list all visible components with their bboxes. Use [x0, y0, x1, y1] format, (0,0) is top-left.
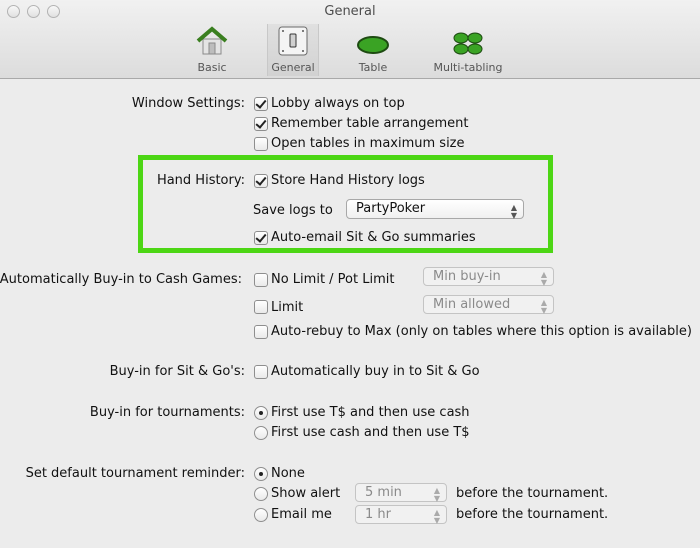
- tab-basic[interactable]: Basic: [188, 24, 236, 76]
- switch-icon: [278, 26, 308, 56]
- no-limit-label[interactable]: No Limit / Pot Limit: [271, 272, 394, 287]
- tab-table-label: Table: [358, 61, 388, 74]
- tab-table[interactable]: Table: [350, 24, 396, 76]
- save-logs-label: Save logs to: [253, 203, 333, 218]
- min-allowed-popup[interactable]: Min allowed ▲ ▼: [423, 295, 554, 315]
- limit-label[interactable]: Limit: [271, 300, 303, 315]
- cash-first-radio[interactable]: [254, 426, 268, 440]
- reminder-label: Set default tournament reminder:: [25, 466, 245, 481]
- window-settings-label: Window Settings:: [131, 96, 245, 111]
- lobby-on-top-label[interactable]: Lobby always on top: [271, 96, 405, 111]
- min-buyin-popup[interactable]: Min buy-in ▲ ▼: [423, 267, 554, 287]
- reminder-none-radio[interactable]: [254, 467, 268, 481]
- lobby-on-top-checkbox[interactable]: [254, 97, 268, 111]
- updown-arrows-icon: ▲ ▼: [540, 298, 547, 315]
- tab-basic-label: Basic: [197, 61, 227, 74]
- auto-email-label[interactable]: Auto-email Sit & Go summaries: [271, 230, 476, 245]
- email-me-radio[interactable]: [254, 508, 268, 522]
- show-alert-radio[interactable]: [254, 487, 268, 501]
- show-alert-label[interactable]: Show alert: [271, 486, 340, 501]
- remember-arrangement-checkbox[interactable]: [254, 117, 268, 131]
- email-time-value: 1 hr: [365, 507, 391, 522]
- tab-multi-tabling-label: Multi-tabling: [433, 61, 503, 74]
- email-time-popup[interactable]: 1 hr ▲ ▼: [355, 505, 447, 525]
- email-me-label[interactable]: Email me: [271, 507, 332, 522]
- window-title: General: [324, 4, 376, 19]
- cash-games-label: Automatically Buy-in to Cash Games:: [0, 272, 242, 287]
- no-limit-checkbox[interactable]: [254, 273, 268, 287]
- tournaments-label: Buy-in for tournaments:: [89, 405, 245, 420]
- auto-email-checkbox[interactable]: [254, 231, 268, 245]
- reminder-none-label[interactable]: None: [271, 466, 305, 481]
- max-size-label[interactable]: Open tables in maximum size: [271, 136, 465, 151]
- alert-time-popup[interactable]: 5 min ▲ ▼: [355, 483, 447, 503]
- updown-arrows-icon: ▲ ▼: [433, 486, 440, 503]
- sit-go-checkbox[interactable]: [254, 365, 268, 379]
- auto-rebuy-checkbox[interactable]: [254, 325, 268, 339]
- auto-rebuy-label[interactable]: Auto-rebuy to Max (only on tables where …: [271, 324, 692, 339]
- tab-general[interactable]: General: [267, 24, 319, 76]
- tab-multi-tabling[interactable]: Multi-tabling: [430, 24, 506, 76]
- tdollar-first-radio[interactable]: [254, 406, 268, 420]
- house-icon: [196, 26, 228, 55]
- alert-suffix: before the tournament.: [456, 486, 609, 501]
- poker-table-icon: [357, 36, 389, 54]
- updown-arrows-icon: ▲ ▼: [510, 203, 517, 220]
- alert-time-value: 5 min: [365, 485, 402, 500]
- hand-history-label: Hand History:: [156, 173, 245, 188]
- limit-checkbox[interactable]: [254, 300, 268, 314]
- save-logs-popup[interactable]: PartyPoker ▲ ▼: [346, 199, 524, 220]
- title-bar: General Basic General Table Multi-tablin…: [0, 0, 700, 79]
- tab-general-label: General: [271, 61, 315, 74]
- min-allowed-value: Min allowed: [433, 297, 511, 312]
- updown-arrows-icon: ▲ ▼: [540, 270, 547, 287]
- updown-arrows-icon: ▲ ▼: [433, 508, 440, 525]
- store-logs-label[interactable]: Store Hand History logs: [271, 173, 425, 188]
- save-logs-value: PartyPoker: [356, 201, 426, 216]
- tdollar-first-label[interactable]: First use T$ and then use cash: [271, 405, 470, 420]
- max-size-checkbox[interactable]: [254, 137, 268, 151]
- cash-first-label[interactable]: First use cash and then use T$: [271, 425, 470, 440]
- store-logs-checkbox[interactable]: [254, 174, 268, 188]
- multi-table-icon: [453, 32, 483, 55]
- sit-go-label: Buy-in for Sit & Go's:: [109, 364, 245, 379]
- sit-go-option-label[interactable]: Automatically buy in to Sit & Go: [271, 364, 480, 379]
- remember-arrangement-label[interactable]: Remember table arrangement: [271, 116, 468, 131]
- email-suffix: before the tournament.: [456, 507, 609, 522]
- min-buyin-value: Min buy-in: [433, 269, 501, 284]
